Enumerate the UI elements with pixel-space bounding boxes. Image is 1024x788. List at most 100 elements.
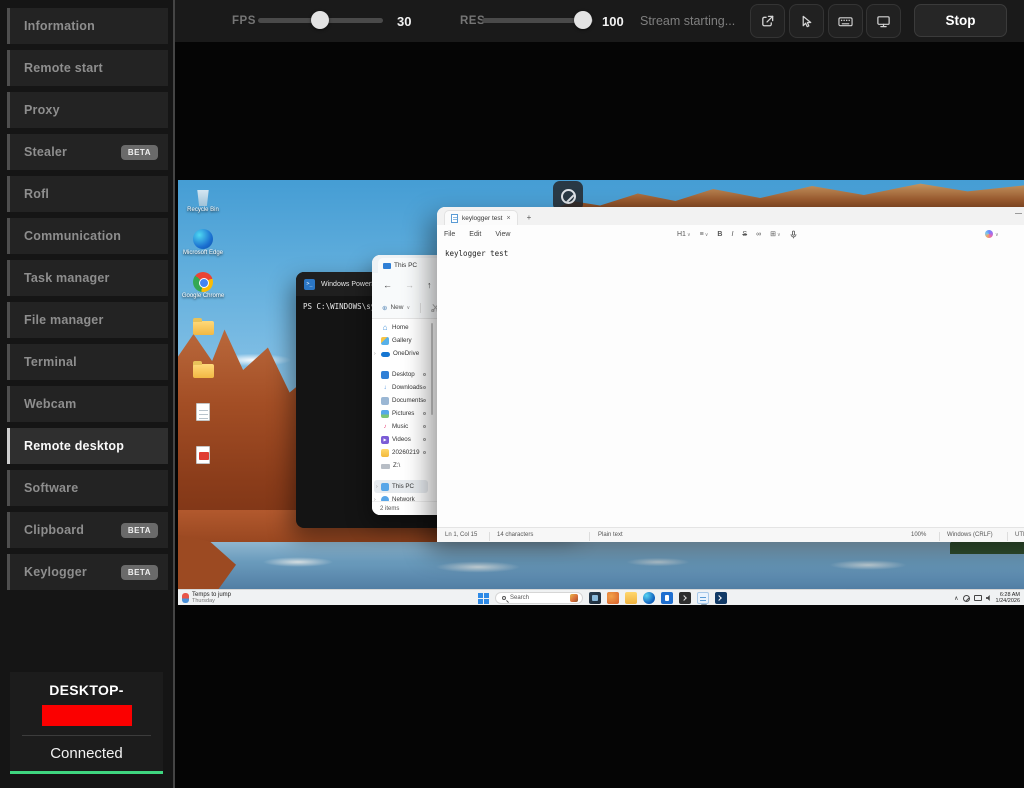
edge-icon[interactable] bbox=[643, 592, 655, 604]
fps-slider-thumb[interactable] bbox=[311, 11, 329, 29]
italic-button[interactable]: I bbox=[731, 231, 733, 238]
notepad-window[interactable]: keylogger test File Edit View H1 ≡ bbox=[437, 207, 1024, 542]
sidebar-item-task-manager[interactable]: Task manager bbox=[7, 260, 168, 296]
zoom-level: 100% bbox=[911, 532, 926, 538]
menu-file[interactable]: File bbox=[437, 231, 462, 238]
people-icon[interactable] bbox=[607, 592, 619, 604]
sidebar-item-proxy[interactable]: Proxy bbox=[7, 92, 168, 128]
stream-stage: Recycle Bin Microsoft Edge Google Chrome… bbox=[175, 42, 1024, 788]
sidebar-item-remote-start[interactable]: Remote start bbox=[7, 50, 168, 86]
sidebar-item-clipboard[interactable]: ClipboardBETA bbox=[7, 512, 168, 548]
volume-icon[interactable] bbox=[986, 595, 992, 601]
desktop-icon-chrome[interactable]: Google Chrome bbox=[182, 270, 224, 313]
explorer-nav-onedrive[interactable]: OneDrive bbox=[372, 347, 430, 360]
client-hostname: DESKTOP- bbox=[10, 682, 163, 698]
fps-slider[interactable] bbox=[258, 18, 383, 23]
explorer-nav-downloads[interactable]: Downloads bbox=[372, 381, 430, 394]
start-button[interactable] bbox=[478, 593, 489, 604]
explorer-nav-videos[interactable]: Videos bbox=[372, 433, 430, 446]
notepad-text-area[interactable]: keylogger test bbox=[437, 243, 1024, 527]
divider bbox=[22, 735, 151, 736]
list-button[interactable]: ≡ bbox=[700, 231, 709, 238]
sidebar-item-software[interactable]: Software bbox=[7, 470, 168, 506]
sidebar: Information Remote start Proxy StealerBE… bbox=[0, 0, 175, 788]
explorer-nav-pictures[interactable]: Pictures bbox=[372, 407, 430, 420]
back-button[interactable] bbox=[383, 280, 392, 290]
sidebar-item-information[interactable]: Information bbox=[7, 8, 168, 44]
strikethrough-button[interactable]: S bbox=[742, 231, 747, 238]
explorer-sidebar: Home Gallery OneDrive Desktop Downloads … bbox=[372, 319, 430, 501]
pictures-icon bbox=[381, 410, 389, 418]
new-tab-button[interactable] bbox=[527, 213, 532, 222]
display-tray-icon[interactable] bbox=[974, 595, 982, 601]
beta-badge: BETA bbox=[121, 145, 158, 160]
notepad-tab[interactable]: keylogger test bbox=[444, 210, 518, 225]
res-slider[interactable] bbox=[482, 18, 593, 23]
scrollbar[interactable] bbox=[431, 323, 433, 415]
desktop-icon-edge[interactable]: Microsoft Edge bbox=[182, 227, 224, 270]
stream-toolbar: FPS 30 RES 100 Stream starting... bbox=[175, 0, 1024, 42]
sidebar-item-webcam[interactable]: Webcam bbox=[7, 386, 168, 422]
explorer-nav-drive-z[interactable]: Z:\ bbox=[372, 459, 430, 472]
explorer-nav-desktop[interactable]: Desktop bbox=[372, 368, 430, 381]
videos-icon bbox=[381, 436, 389, 444]
keyboard-control-button[interactable] bbox=[828, 4, 863, 38]
taskbar-search[interactable]: Search bbox=[495, 592, 583, 604]
link-button[interactable]: ∞ bbox=[756, 231, 761, 238]
terminal-icon[interactable] bbox=[679, 592, 691, 604]
notepad-icon[interactable] bbox=[697, 592, 709, 604]
explorer-nav-gallery[interactable]: Gallery bbox=[372, 334, 430, 347]
sidebar-item-keylogger[interactable]: KeyloggerBETA bbox=[7, 554, 168, 590]
heading-button[interactable]: H1 bbox=[677, 231, 691, 238]
explorer-nav-folder-20260219[interactable]: 20260219 bbox=[372, 446, 430, 459]
minimize-button[interactable] bbox=[1015, 210, 1022, 217]
sidebar-item-communication[interactable]: Communication bbox=[7, 218, 168, 254]
copilot-button[interactable] bbox=[985, 230, 999, 238]
plus-icon bbox=[382, 304, 387, 312]
sidebar-item-rofl[interactable]: Rofl bbox=[7, 176, 168, 212]
mouse-control-button[interactable] bbox=[789, 4, 824, 38]
desktop-icon-folder[interactable] bbox=[182, 313, 224, 356]
desktop-icon-folder-2[interactable] bbox=[182, 356, 224, 399]
sidebar-item-remote-desktop[interactable]: Remote desktop bbox=[7, 428, 168, 464]
taskbar-clock[interactable]: 6:28 AM 1/24/2026 bbox=[996, 592, 1020, 605]
weather-widget[interactable]: Temps to jump Thursday bbox=[182, 591, 231, 605]
external-link-icon bbox=[760, 14, 775, 29]
store-icon[interactable] bbox=[661, 592, 673, 604]
remote-desktop-stream[interactable]: Recycle Bin Microsoft Edge Google Chrome… bbox=[178, 180, 1024, 605]
pin-icon bbox=[423, 386, 426, 389]
desktop-icon-recycle-bin[interactable]: Recycle Bin bbox=[182, 184, 224, 227]
sidebar-item-file-manager[interactable]: File manager bbox=[7, 302, 168, 338]
file-explorer-icon[interactable] bbox=[625, 592, 637, 604]
powershell-icon[interactable] bbox=[715, 592, 727, 604]
table-button[interactable]: ⊞ bbox=[770, 230, 781, 238]
sidebar-item-stealer[interactable]: StealerBETA bbox=[7, 134, 168, 170]
dictation-button[interactable] bbox=[790, 230, 797, 239]
hidden-icons-chevron[interactable] bbox=[954, 595, 958, 602]
hostname-redaction-block bbox=[42, 705, 132, 726]
network-status-icon[interactable] bbox=[963, 595, 970, 602]
menu-edit[interactable]: Edit bbox=[462, 231, 488, 238]
stop-stream-button[interactable]: Stop bbox=[914, 4, 1007, 37]
sidebar-item-terminal[interactable]: Terminal bbox=[7, 344, 168, 380]
copilot-icon bbox=[985, 230, 993, 238]
notepad-status-bar: Ln 1, Col 15 14 characters Plain text 10… bbox=[437, 527, 1024, 542]
explorer-nav-home[interactable]: Home bbox=[372, 321, 430, 334]
new-button[interactable]: New bbox=[382, 304, 410, 312]
desktop-icon-text-file[interactable] bbox=[182, 399, 224, 442]
up-button[interactable] bbox=[427, 280, 432, 290]
bold-button[interactable]: B bbox=[717, 231, 722, 238]
desktop-icon-pdf[interactable] bbox=[182, 442, 224, 485]
menu-view[interactable]: View bbox=[488, 231, 517, 238]
forward-button[interactable] bbox=[405, 280, 414, 290]
music-icon bbox=[381, 423, 389, 431]
tab-close-button[interactable] bbox=[506, 215, 510, 222]
notepad-menu-bar: File Edit View H1 ≡ B I S ∞ ⊞ bbox=[437, 225, 1024, 243]
open-external-window-button[interactable] bbox=[750, 4, 785, 38]
task-view-icon[interactable] bbox=[589, 592, 601, 604]
res-slider-thumb[interactable] bbox=[574, 11, 592, 29]
explorer-nav-music[interactable]: Music bbox=[372, 420, 430, 433]
explorer-nav-documents[interactable]: Documents bbox=[372, 394, 430, 407]
display-select-button[interactable] bbox=[866, 4, 901, 38]
explorer-nav-this-pc[interactable]: This PC bbox=[374, 480, 428, 493]
